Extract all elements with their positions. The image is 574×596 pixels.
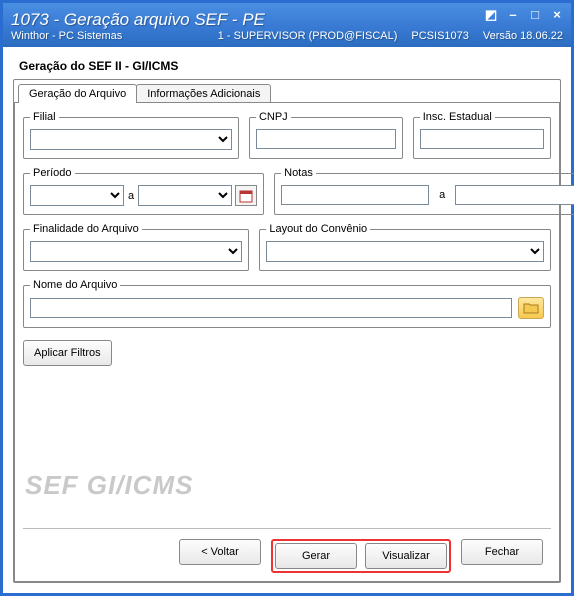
edit-icon[interactable]: ◩: [483, 7, 499, 23]
group-notas: Notas a: [274, 167, 574, 215]
label-finalidade: Finalidade do Arquivo: [30, 223, 142, 235]
label-insc: Insc. Estadual: [420, 111, 495, 123]
tab-body: Filial CNPJ Insc. Estadual Perí: [14, 102, 560, 582]
calendar-icon[interactable]: [235, 185, 257, 206]
titlebar: 1073 - Geração arquivo SEF - PE Winthor …: [3, 3, 571, 47]
group-nome-arquivo: Nome do Arquivo: [23, 279, 551, 328]
window-frame: 1073 - Geração arquivo SEF - PE Winthor …: [0, 0, 574, 596]
tabs: Geração do Arquivo Informações Adicionai…: [18, 84, 560, 103]
app-name: Winthor - PC Sistemas: [11, 30, 122, 42]
folder-icon[interactable]: [518, 297, 544, 319]
window-title: 1073 - Geração arquivo SEF - PE: [11, 10, 563, 30]
group-finalidade: Finalidade do Arquivo: [23, 223, 249, 271]
group-periodo: Período a: [23, 167, 264, 215]
group-layout: Layout do Convênio: [259, 223, 551, 271]
layout-select[interactable]: [266, 241, 544, 262]
gerar-button[interactable]: Gerar: [275, 543, 357, 569]
voltar-button[interactable]: < Voltar: [179, 539, 261, 565]
cnpj-input[interactable]: [256, 129, 396, 149]
watermark: SEF GI/ICMS: [25, 470, 193, 501]
label-filial: Filial: [30, 111, 59, 123]
finalidade-select[interactable]: [30, 241, 242, 262]
minimize-icon[interactable]: –: [505, 7, 521, 23]
label-layout: Layout do Convênio: [266, 223, 370, 235]
separator: [23, 528, 551, 529]
insc-input[interactable]: [420, 129, 544, 149]
visualizar-button[interactable]: Visualizar: [365, 543, 447, 569]
label-nome-arquivo: Nome do Arquivo: [30, 279, 120, 291]
fechar-button[interactable]: Fechar: [461, 539, 543, 565]
label-cnpj: CNPJ: [256, 111, 291, 123]
group-cnpj: CNPJ: [249, 111, 403, 159]
filial-select[interactable]: [30, 129, 232, 150]
notas-sep: a: [439, 189, 445, 201]
group-filial: Filial: [23, 111, 239, 159]
version-label: Versão 18.06.22: [483, 30, 563, 42]
highlight-frame: Gerar Visualizar: [271, 539, 451, 573]
group-insc: Insc. Estadual: [413, 111, 551, 159]
aplicar-filtros-button[interactable]: Aplicar Filtros: [23, 340, 112, 366]
page-title: Geração do SEF II - GI/ICMS: [19, 59, 561, 73]
client-area: Geração do SEF II - GI/ICMS Geração do A…: [3, 47, 571, 593]
footer-buttons: < Voltar Gerar Visualizar Fechar: [23, 539, 551, 573]
main-panel: Geração do Arquivo Informações Adicionai…: [13, 79, 561, 583]
user-context: 1 - SUPERVISOR (PROD@FISCAL): [218, 30, 398, 42]
nome-arquivo-input[interactable]: [30, 298, 512, 318]
periodo-ate-select[interactable]: [138, 185, 232, 206]
label-notas: Notas: [281, 167, 316, 179]
notas-de-input[interactable]: [281, 185, 429, 205]
close-icon[interactable]: ×: [549, 7, 565, 23]
notas-ate-input[interactable]: [455, 185, 574, 205]
tab-geracao[interactable]: Geração do Arquivo: [18, 84, 137, 103]
module-code: PCSIS1073: [411, 30, 468, 42]
tab-info-adicionais[interactable]: Informações Adicionais: [136, 84, 271, 103]
maximize-icon[interactable]: □: [527, 7, 543, 23]
periodo-sep: a: [128, 190, 134, 202]
periodo-de-select[interactable]: [30, 185, 124, 206]
label-periodo: Período: [30, 167, 75, 179]
